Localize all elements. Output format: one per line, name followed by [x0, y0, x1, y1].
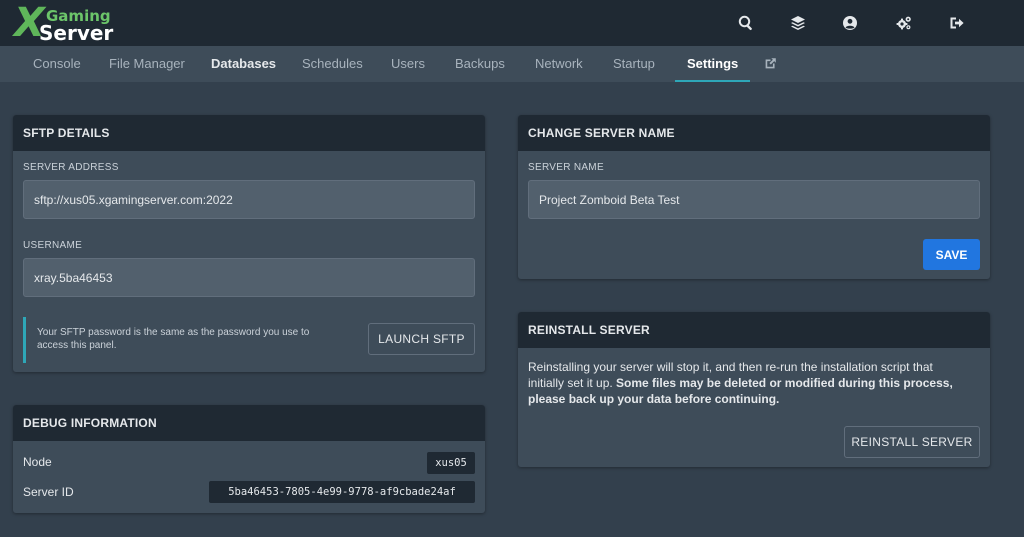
- tab-schedules[interactable]: Schedules: [302, 46, 363, 82]
- server-id-value: 5ba46453-7805-4e99-9778-af9cbade24af: [209, 481, 475, 503]
- tab-file-manager[interactable]: File Manager: [109, 46, 185, 82]
- sftp-details-card: SFTP DETAILS SERVER ADDRESS sftp://xus05…: [13, 115, 485, 372]
- layers-icon[interactable]: [788, 13, 808, 33]
- debug-information-card: DEBUG INFORMATION Node xus05 Server ID 5…: [13, 405, 485, 513]
- tab-network[interactable]: Network: [535, 46, 583, 82]
- tab-users[interactable]: Users: [391, 46, 425, 82]
- change-server-name-card: CHANGE SERVER NAME SERVER NAME Project Z…: [518, 115, 990, 279]
- username-field[interactable]: xray.5ba46453: [23, 258, 475, 297]
- server-name-input[interactable]: Project Zomboid Beta Test: [528, 180, 980, 219]
- server-address-field[interactable]: sftp://xus05.xgamingserver.com:2022: [23, 180, 475, 219]
- launch-sftp-button[interactable]: LAUNCH SFTP: [368, 323, 475, 355]
- card-title: SFTP DETAILS: [23, 126, 110, 140]
- reinstall-server-card: REINSTALL SERVER Reinstalling your serve…: [518, 312, 990, 467]
- card-header: SFTP DETAILS: [13, 115, 485, 151]
- server-address-label: SERVER ADDRESS: [23, 162, 119, 173]
- username-label: USERNAME: [23, 240, 83, 251]
- save-button[interactable]: SAVE: [923, 239, 980, 270]
- user-circle-icon[interactable]: [840, 13, 860, 33]
- cogs-icon[interactable]: [894, 13, 914, 33]
- search-icon[interactable]: [736, 13, 756, 33]
- card-title: CHANGE SERVER NAME: [528, 126, 675, 140]
- tab-startup[interactable]: Startup: [613, 46, 655, 82]
- server-name-label: SERVER NAME: [528, 162, 604, 173]
- reinstall-server-button[interactable]: REINSTALL SERVER: [844, 426, 980, 458]
- tab-console[interactable]: Console: [33, 46, 81, 82]
- reinstall-warning-text: Reinstalling your server will stop it, a…: [528, 359, 968, 407]
- tab-settings[interactable]: Settings: [674, 46, 751, 82]
- card-header: CHANGE SERVER NAME: [518, 115, 990, 151]
- tab-backups[interactable]: Backups: [455, 46, 505, 82]
- top-bar: X Gaming Server: [0, 0, 1024, 46]
- card-title: DEBUG INFORMATION: [23, 416, 157, 430]
- node-label: Node: [23, 455, 52, 469]
- card-header: DEBUG INFORMATION: [13, 405, 485, 441]
- brand-logo[interactable]: X Gaming Server: [14, 2, 124, 45]
- external-link-icon[interactable]: [764, 46, 777, 82]
- card-title: REINSTALL SERVER: [528, 323, 650, 337]
- logo-text-server: Server: [39, 21, 114, 45]
- server-nav: Console File Manager Databases Schedules…: [0, 46, 1024, 82]
- server-id-label: Server ID: [23, 485, 74, 499]
- sign-out-icon[interactable]: [947, 13, 967, 33]
- sftp-password-note: Your SFTP password is the same as the pa…: [23, 317, 323, 363]
- card-header: REINSTALL SERVER: [518, 312, 990, 348]
- node-value: xus05: [427, 452, 475, 474]
- tab-databases[interactable]: Databases: [211, 46, 276, 82]
